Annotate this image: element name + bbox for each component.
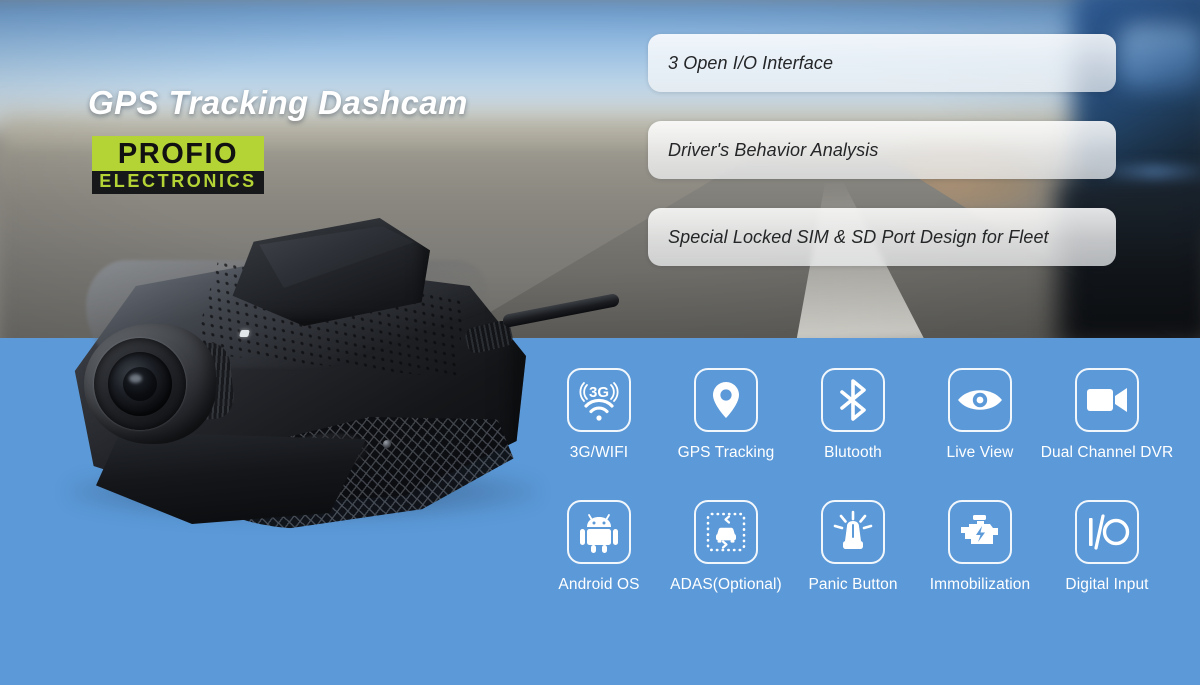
eye-icon xyxy=(948,368,1012,432)
feature-label: Panic Button xyxy=(808,576,898,593)
feature-pill-list: 3 Open I/O Interface Driver's Behavior A… xyxy=(648,34,1116,266)
feature-item-panic-button: Panic Button xyxy=(794,500,912,594)
feature-label: Dual Channel DVR xyxy=(1040,444,1174,461)
feature-item-live-view: Live View xyxy=(921,368,1039,462)
dashcam-lens-glint xyxy=(129,374,142,383)
product-banner: GPS Tracking Dashcam PROFIO ELECTRONICS xyxy=(0,0,1200,685)
feature-label: ADAS(Optional) xyxy=(670,576,782,593)
feature-label: GPS Tracking xyxy=(677,444,775,461)
logo-brand-name: PROFIO xyxy=(117,138,239,170)
logo-dark-block: ELECTRONICS xyxy=(92,171,264,195)
feature-item-android-os: Android OS xyxy=(540,500,658,594)
feature-label: Digital Input xyxy=(1065,576,1149,593)
svg-text:3G: 3G xyxy=(589,384,609,401)
location-pin-icon xyxy=(694,368,758,432)
siren-alarm-icon xyxy=(821,500,885,564)
feature-pill: Special Locked SIM & SD Port Design for … xyxy=(648,208,1116,266)
feature-pill: Driver's Behavior Analysis xyxy=(648,121,1116,179)
logo-tagline: ELECTRONICS xyxy=(99,171,257,192)
feature-item-adas: ADAS(Optional) xyxy=(667,500,785,594)
feature-label: 3G/WIFI xyxy=(569,444,629,461)
bluetooth-icon xyxy=(821,368,885,432)
feature-label: Blutooth xyxy=(824,444,882,461)
feature-pill-label: Special Locked SIM & SD Port Design for … xyxy=(668,226,1049,247)
feature-icon-grid: 3G 3G/WIFI GPS Tracking Blutooth Live Vi… xyxy=(540,368,1180,594)
feature-item-digital-input: Digital Input xyxy=(1048,500,1166,594)
feature-label: Immobilization xyxy=(929,576,1031,593)
feature-item-immobilization: Immobilization xyxy=(921,500,1039,594)
dashcam-lens-glass xyxy=(123,367,157,401)
dashcam-power-cable xyxy=(501,292,621,329)
feature-pill-label: 3 Open I/O Interface xyxy=(668,52,834,73)
logo-green-block: PROFIO xyxy=(92,136,264,174)
dashcam-screw xyxy=(383,440,391,448)
feature-label: Live View xyxy=(946,444,1014,461)
feature-label: Android OS xyxy=(558,576,640,593)
dashcam-product-image xyxy=(28,196,628,536)
feature-pill-label: Driver's Behavior Analysis xyxy=(668,139,879,160)
3g-wifi-icon: 3G xyxy=(567,368,631,432)
feature-item-gps-tracking: GPS Tracking xyxy=(667,368,785,462)
feature-pill: 3 Open I/O Interface xyxy=(648,34,1116,92)
engine-bolt-icon xyxy=(948,500,1012,564)
feature-icon-row-1: 3G 3G/WIFI GPS Tracking Blutooth Live Vi… xyxy=(540,368,1180,462)
feature-item-dual-channel-dvr: Dual Channel DVR xyxy=(1041,368,1173,462)
brand-logo: PROFIO ELECTRONICS xyxy=(92,136,264,195)
adas-car-lane-icon xyxy=(694,500,758,564)
video-camera-icon xyxy=(1075,368,1139,432)
android-robot-icon xyxy=(567,500,631,564)
feature-icon-row-2: Android OS ADAS(Optional) Panic Button I… xyxy=(540,500,1180,594)
io-text-icon xyxy=(1075,500,1139,564)
feature-item-bluetooth: Blutooth xyxy=(794,368,912,462)
page-title: GPS Tracking Dashcam xyxy=(88,84,468,121)
feature-item-3g-wifi: 3G 3G/WIFI xyxy=(540,368,658,462)
